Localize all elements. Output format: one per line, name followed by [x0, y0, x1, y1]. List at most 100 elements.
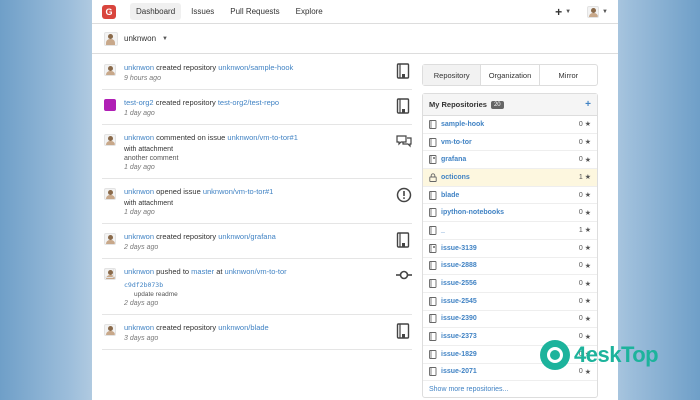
lock-icon [429, 173, 437, 182]
target-link[interactable]: unknwon/vm-to-tor#1 [227, 133, 297, 142]
repo-list-item[interactable]: _ 1 ★ [423, 222, 597, 240]
repo-icon [396, 98, 410, 114]
tab-organization[interactable]: Organization [481, 65, 540, 85]
actor-avatar[interactable] [104, 233, 116, 245]
actor-avatar[interactable] [104, 134, 116, 146]
branch-link[interactable]: master [191, 267, 214, 276]
repo-list-item[interactable]: issue-2390 0 ★ [423, 311, 597, 329]
star-icon: ★ [584, 156, 591, 164]
star-icon: ★ [584, 209, 591, 217]
tab-mirror[interactable]: Mirror [540, 65, 597, 85]
repo-name-link[interactable]: blade [441, 192, 459, 199]
actor-link[interactable]: unknwon [124, 267, 154, 276]
watermark-text: 4eskTop [574, 342, 659, 367]
star-count: 0 [578, 297, 583, 305]
actor-link[interactable]: unknwon [124, 133, 154, 142]
star-count: 0 [578, 120, 583, 128]
feed-item: unknwon created repository unknwon/grafa… [102, 224, 412, 259]
star-icon: ★ [584, 192, 591, 200]
star-count: 0 [578, 156, 583, 164]
nav-explore[interactable]: Explore [290, 3, 329, 20]
actor-link[interactable]: unknwon [124, 323, 154, 332]
plus-icon: + [555, 4, 563, 19]
actor-link[interactable]: test-org2 [124, 98, 154, 107]
repo-name-link[interactable]: issue-2071 [441, 368, 477, 375]
repo-icon [429, 137, 437, 147]
repo-list-title: My Repositories [429, 100, 487, 109]
repo-type-tabs: Repository Organization Mirror [422, 64, 598, 86]
repo-forked-icon [429, 155, 437, 165]
feed-time: 3 days ago [124, 335, 159, 342]
repo-list-item[interactable]: issue-2545 0 ★ [423, 293, 597, 311]
feed-item-text: unknwon commented on issue unknwon/vm-to… [124, 132, 412, 143]
repo-name-link[interactable]: _ [441, 227, 445, 234]
nav-issues[interactable]: Issues [185, 3, 220, 20]
feed-item: unknwon commented on issue unknwon/vm-to… [102, 125, 412, 179]
feed-at: at [216, 267, 223, 276]
create-new-menu[interactable]: + ▼ [555, 5, 571, 19]
commit-sha-link[interactable]: c9df2b073b [124, 281, 163, 289]
repo-name-link[interactable]: octicons [441, 174, 470, 181]
repo-icon [429, 367, 437, 377]
repo-list-item[interactable]: octicons 1 ★ [423, 169, 597, 187]
repo-stars: 1 ★ [579, 226, 591, 235]
repo-stars: 0 ★ [578, 120, 591, 129]
repo-name-link[interactable]: vm-to-tor [441, 139, 472, 146]
repo-list-item[interactable]: blade 0 ★ [423, 187, 597, 205]
new-repo-button[interactable]: + [585, 99, 591, 110]
repo-list-item[interactable]: sample-hook 0 ★ [423, 116, 597, 134]
feed-time: 1 day ago [124, 164, 155, 171]
context-switcher[interactable]: unknwon ▼ [92, 24, 618, 54]
repo-stars: 0 ★ [578, 297, 591, 306]
actor-avatar[interactable] [104, 64, 116, 76]
repo-name-link[interactable]: issue-1829 [441, 351, 477, 358]
actor-link[interactable]: unknwon [124, 63, 154, 72]
commit-row: c9df2b073b [104, 268, 412, 289]
tab-repository[interactable]: Repository [423, 65, 482, 85]
feed-verb: created repository [155, 98, 216, 107]
feed-verb: created repository [156, 323, 217, 332]
feed-item: unknwon created repository unknwon/blade… [102, 315, 412, 350]
nav-pull-requests[interactable]: Pull Requests [224, 3, 285, 20]
repo-name-link[interactable]: grafana [441, 156, 466, 163]
actor-avatar[interactable] [104, 188, 116, 200]
user-menu[interactable]: ▼ [587, 5, 608, 18]
repo-name-link[interactable]: ipython-notebooks [441, 209, 504, 216]
repo-name-link[interactable]: issue-2545 [441, 298, 477, 305]
target-link[interactable]: unknwon/grafana [218, 232, 276, 241]
feed-verb: created repository [156, 63, 217, 72]
repo-icon [429, 119, 437, 129]
target-link[interactable]: unknwon/sample-hook [218, 63, 293, 72]
repo-list-item[interactable]: ipython-notebooks 0 ★ [423, 204, 597, 223]
show-more-repos-link[interactable]: Show more repositories... [423, 381, 597, 397]
target-link[interactable]: test-org2/test-repo [218, 98, 279, 107]
commit-icon [396, 267, 412, 283]
repo-name-link[interactable]: issue-2373 [441, 333, 477, 340]
repo-list-item[interactable]: issue-2888 0 ★ [423, 258, 597, 276]
repo-list-item[interactable]: vm-to-tor 0 ★ [423, 134, 597, 152]
actor-link[interactable]: unknwon [124, 232, 154, 241]
nav-dashboard[interactable]: Dashboard [130, 3, 182, 20]
repo-list-item[interactable]: grafana 0 ★ [423, 151, 597, 170]
repo-name-link[interactable]: issue-3139 [441, 245, 477, 252]
repo-list-item[interactable]: issue-3139 0 ★ [423, 240, 597, 258]
repo-name-link[interactable]: sample-hook [441, 121, 484, 128]
repo-name-link[interactable]: issue-2390 [441, 315, 477, 322]
target-link[interactable]: unknwon/vm-to-tor#1 [203, 187, 273, 196]
gogs-logo[interactable]: G [102, 4, 116, 19]
target-link[interactable]: unknwon/vm-to-tor [225, 267, 287, 276]
repo-list-item[interactable]: issue-2556 0 ★ [423, 275, 597, 293]
repo-stars: 0 ★ [579, 138, 591, 147]
repo-name-link[interactable]: issue-2556 [441, 280, 477, 287]
repo-name-link[interactable]: issue-2888 [441, 262, 477, 269]
caret-down-icon: ▼ [602, 8, 608, 15]
repo-count-badge: 20 [490, 100, 504, 109]
feed-item: unknwon created repository unknwon/sampl… [102, 55, 412, 90]
actor-avatar[interactable] [104, 99, 116, 111]
star-count: 0 [578, 209, 583, 217]
repo-icon [429, 349, 437, 359]
target-link[interactable]: unknwon/blade [218, 323, 268, 332]
actor-avatar[interactable] [104, 324, 116, 336]
caret-down-icon: ▼ [565, 8, 572, 15]
actor-link[interactable]: unknwon [124, 187, 154, 196]
